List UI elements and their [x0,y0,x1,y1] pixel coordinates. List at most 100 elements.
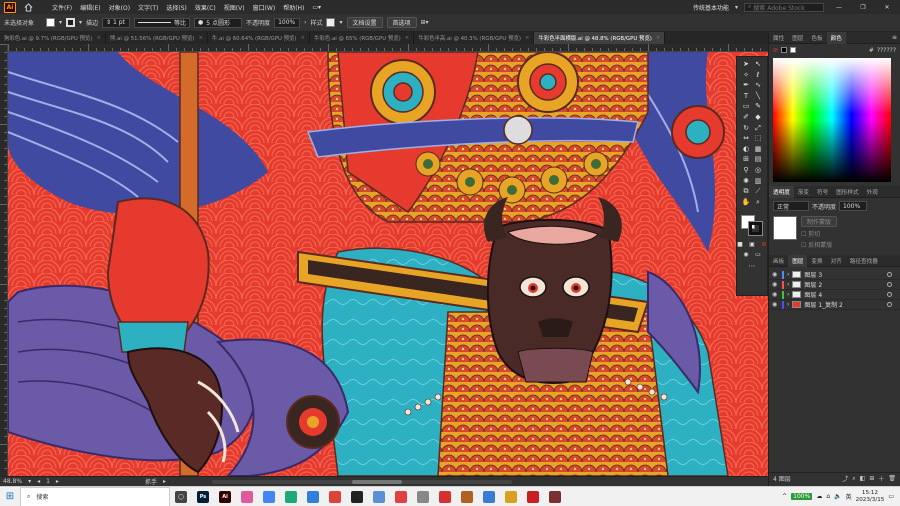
illustrator-icon[interactable]: Ai [214,487,236,506]
target-icon[interactable] [887,282,892,287]
close-icon[interactable]: × [301,35,306,41]
artboard-number[interactable]: 1 [46,478,50,485]
clock[interactable]: 15:12 2023/3/15 [856,490,885,504]
app-tool-icon[interactable] [456,487,478,506]
chrome2-icon[interactable] [324,487,346,506]
ime-icon[interactable]: 英 [846,492,852,501]
stroke-color-box[interactable] [748,221,763,237]
battery-indicator[interactable]: 100% [791,493,813,500]
hand-tool-icon[interactable]: ✋ [742,198,751,207]
graph-tool-icon[interactable]: ▥ [754,177,763,186]
layer-name[interactable]: 图层 1_复制 2 [804,300,842,309]
next-artboard-icon[interactable]: ▸ [56,478,59,485]
rotate-tool-icon[interactable]: ↻ [742,124,751,133]
zoom-level[interactable]: 48.8% [3,478,22,485]
tab-color[interactable]: 颜色 [826,31,846,44]
app-tray-icon[interactable]: ☁ [816,493,822,500]
menu-effect[interactable]: 效果(C) [191,3,220,12]
screen-mode-icon[interactable]: ▭ [754,251,763,260]
tab-layers-top[interactable]: 图层 [788,32,807,44]
direct-selection-tool-icon[interactable]: ↖ [754,60,763,69]
locate-object-icon[interactable]: ⌕ [852,475,855,483]
notification-icon[interactable]: ▭ [888,493,894,500]
status-arrow-icon[interactable]: ▸ [163,478,166,485]
stroke-swatch[interactable] [66,18,76,27]
app-red-icon[interactable] [434,487,456,506]
stock-search-input[interactable]: ⌕ 搜索 Adobe Stock [744,2,824,12]
eye-icon[interactable]: ◉ [772,281,779,288]
hex-value[interactable]: ?????? [877,47,896,54]
tab-doc-5[interactable]: 牛彩色半高.ai @ 40.3% (RGB/GPU 预览) × [414,32,535,44]
pen-tool-icon[interactable]: ✒ [742,81,751,90]
artboard-canvas[interactable] [8,52,768,476]
mask-thumbnail[interactable] [773,216,797,240]
tab-doc-3[interactable]: 牛.ai @ 60.64% (RGB/GPU 预览) × [208,32,311,44]
menu-select[interactable]: 选择(S) [162,3,191,12]
curvature-tool-icon[interactable]: ∿ [754,81,763,90]
qq-icon[interactable] [346,487,368,506]
network-icon[interactable]: ⌂ [826,493,830,500]
maximize-button[interactable]: ❐ [854,4,872,11]
tab-properties[interactable]: 属性 [769,32,788,44]
vertical-ruler[interactable] [0,44,8,476]
shape-builder-icon[interactable]: ◐ [742,145,751,154]
invert-mask-checkbox[interactable]: ☐ 反相蒙版 [801,240,837,249]
windows-start-icon[interactable]: ⊞ [0,487,20,506]
stroke-dropdown-icon[interactable]: ▾ [79,19,82,26]
menu-object[interactable]: 对象(O) [105,3,134,12]
tab-pathfinder[interactable]: 路径查找器 [846,255,882,267]
draw-mode-icon[interactable]: ◉ [742,251,751,260]
close-icon[interactable]: × [198,35,203,41]
make-mask-button[interactable]: 制作蒙版 [801,216,838,227]
opacity-label[interactable]: 不透明度 [246,18,270,27]
blend-tool-icon[interactable]: ◎ [754,166,763,175]
minimize-button[interactable]: — [830,4,848,11]
workspace-arrow-icon[interactable]: ▾ [735,4,738,11]
white-swatch[interactable] [790,47,797,53]
clip-checkbox[interactable]: ☐ 剪切 [801,229,837,238]
new-layer-icon[interactable]: ＋ [878,474,884,483]
app-blue2-icon[interactable] [478,487,500,506]
tab-align[interactable]: 对齐 [827,255,846,267]
slice-tool-icon[interactable]: ⟋ [754,187,763,196]
workspace-switcher[interactable]: 传统基本功能 [693,3,729,12]
expand-icon[interactable]: › [787,291,789,298]
scale-tool-icon[interactable]: ⤢ [754,124,763,133]
paintbrush-icon[interactable]: ✎ [754,102,763,111]
horizontal-scrollbar[interactable] [211,479,512,484]
preferences-button[interactable]: 首选项 [386,17,417,28]
transparency-opacity-field[interactable]: 100% [839,201,868,211]
menu-window[interactable]: 窗口(W) [249,3,280,12]
variable-width-profile[interactable]: 等比 [134,17,191,28]
mesh-tool-icon[interactable]: ⊞ [742,155,751,164]
eye-icon[interactable]: ◉ [772,301,779,308]
color-spectrum[interactable] [773,58,891,182]
close-icon[interactable]: × [656,35,661,41]
layer-name[interactable]: 图层 2 [804,280,822,289]
app-ai2-icon[interactable] [544,487,566,506]
gradient-tool-icon[interactable]: ▤ [754,155,763,164]
type-tool-icon[interactable]: T [742,92,751,101]
chrome-icon[interactable] [258,487,280,506]
tab-gradient[interactable]: 渐变 [794,186,813,198]
prev-artboard-icon[interactable]: ◂ [37,478,40,485]
magic-wand-icon[interactable]: ✧ [742,71,751,80]
layout-switch-icon[interactable]: ▭▾ [308,4,325,11]
edge-icon[interactable] [280,487,302,506]
blend-mode-select[interactable]: 正常 [773,201,809,211]
gradient-mode-icon[interactable]: ▣ [748,240,757,249]
tab-transparency[interactable]: 透明度 [769,185,794,198]
symbol-sprayer-icon[interactable]: ✺ [742,177,751,186]
tab-appearance[interactable]: 外观 [863,186,882,198]
eraser-icon[interactable]: ◆ [754,113,763,122]
expand-icon[interactable]: › [787,301,789,308]
tab-artboards[interactable]: 画板 [769,255,788,267]
color-mode-icon[interactable]: ■ [736,240,745,249]
delete-layer-icon[interactable]: 🗑 [888,475,896,482]
layer-row[interactable]: ◉ › 图层 4 [769,290,900,300]
tray-expand-icon[interactable]: ^ [782,493,787,500]
graphic-style-swatch[interactable] [326,18,336,27]
menu-type[interactable]: 文字(T) [134,3,162,12]
style-dropdown-icon[interactable]: ▾ [339,19,342,26]
export-icon[interactable]: ⤴ [842,474,848,483]
